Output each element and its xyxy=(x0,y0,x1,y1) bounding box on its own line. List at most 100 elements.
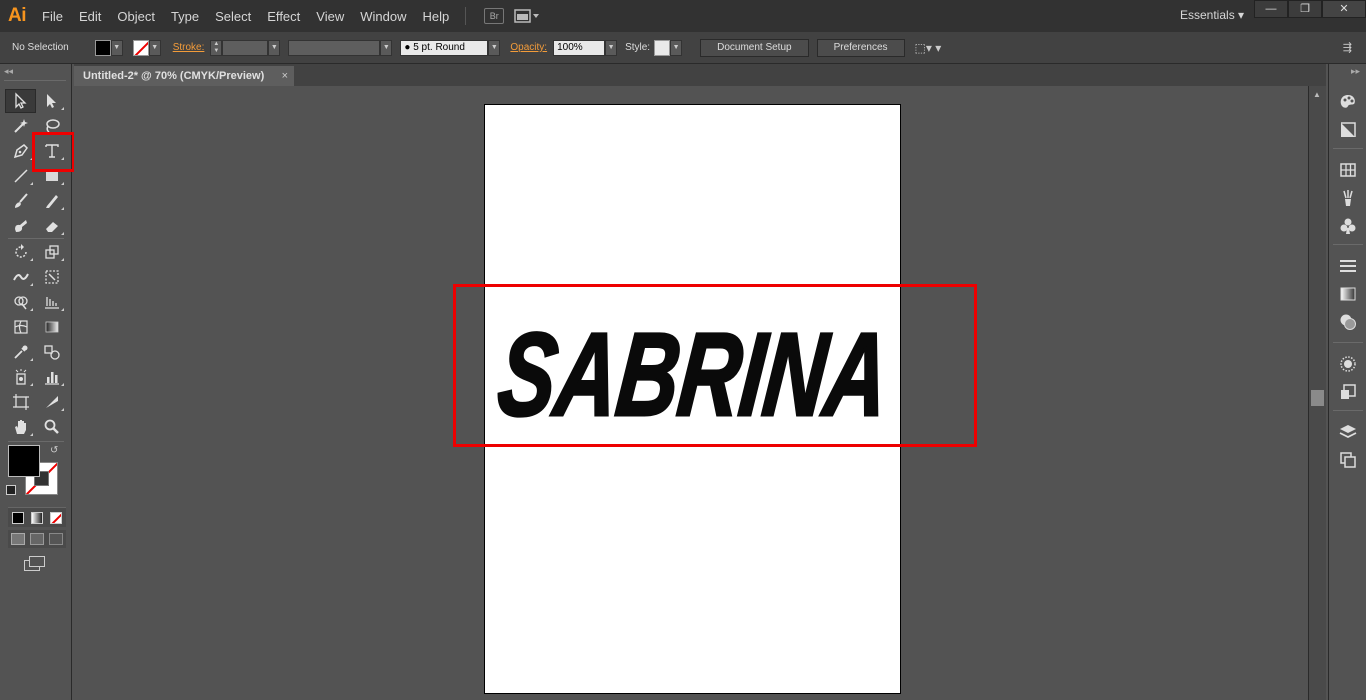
close-tab-icon[interactable]: × xyxy=(282,66,288,86)
stroke-weight-field[interactable] xyxy=(222,39,269,56)
selection-status: No Selection xyxy=(12,42,69,53)
draw-normal-icon[interactable] xyxy=(10,533,25,545)
menu-separator xyxy=(465,7,467,25)
brush-definition-field[interactable]: ● 5 pt. Round xyxy=(400,39,489,56)
scroll-up-icon[interactable]: ▲ xyxy=(1313,90,1321,99)
stroke-weight-dropdown[interactable]: ▼ xyxy=(268,39,281,56)
variable-width-profile[interactable] xyxy=(288,39,381,56)
paintbrush-tool-icon[interactable] xyxy=(5,189,36,213)
arrange-documents-icon xyxy=(514,9,540,23)
type-tool-highlight xyxy=(32,132,75,172)
screen-mode-icon[interactable] xyxy=(24,556,46,572)
perspective-grid-tool-icon[interactable] xyxy=(36,290,67,314)
variable-width-dropdown[interactable]: ▼ xyxy=(380,39,393,56)
direct-selection-tool-icon[interactable] xyxy=(36,89,67,113)
color-guide-icon[interactable] xyxy=(1338,120,1358,140)
slice-tool-icon[interactable] xyxy=(36,390,67,414)
opacity-label[interactable]: Opacity: xyxy=(500,42,553,53)
stroke-swatch-dropdown[interactable]: ▼ xyxy=(148,39,161,56)
column-graph-tool-icon[interactable] xyxy=(36,365,67,389)
isolate-object-icon[interactable]: ⬚▾ ▾ xyxy=(915,41,942,55)
control-bar: No Selection ▼ ▼ Stroke: ▲ ▼ ▼ ▼ ● 5 pt. … xyxy=(0,32,1366,64)
swap-fill-stroke-icon[interactable]: ↺ xyxy=(50,445,58,456)
gradient-tool-icon[interactable] xyxy=(36,315,67,339)
document-tab[interactable]: Untitled-2* @ 70% (CMYK/Preview) × xyxy=(74,66,294,86)
swatches-panel-icon[interactable] xyxy=(1338,160,1358,180)
workspace-switcher[interactable]: Essentials ▾ xyxy=(1180,8,1244,22)
preferences-button[interactable]: Preferences xyxy=(816,38,905,57)
opacity-field[interactable]: 100% xyxy=(553,39,606,56)
draw-behind-icon[interactable] xyxy=(29,533,44,545)
menu-effect[interactable]: Effect xyxy=(259,9,308,24)
hand-tool-icon[interactable] xyxy=(5,415,36,439)
color-mode-icon[interactable] xyxy=(11,511,24,524)
scale-tool-icon[interactable] xyxy=(36,240,67,264)
restore-button[interactable]: ❐ xyxy=(1288,0,1322,18)
eraser-tool-icon[interactable] xyxy=(36,214,67,238)
style-dropdown[interactable]: ▼ xyxy=(670,39,683,56)
shape-builder-tool-icon[interactable] xyxy=(5,290,36,314)
graphic-styles-panel-icon[interactable] xyxy=(1338,382,1358,402)
vertical-scrollbar[interactable]: ▲ xyxy=(1308,86,1326,700)
zoom-tool-icon[interactable] xyxy=(36,415,67,439)
transparency-panel-icon[interactable] xyxy=(1338,312,1358,332)
fill-dropdown[interactable]: ▼ xyxy=(110,39,123,56)
stroke-swatch[interactable] xyxy=(132,39,149,56)
free-transform-tool-icon[interactable] xyxy=(36,265,67,289)
rotate-tool-icon[interactable] xyxy=(5,240,36,264)
menu-file[interactable]: File xyxy=(34,9,71,24)
app-logo: Ai xyxy=(8,5,27,26)
menu-select[interactable]: Select xyxy=(207,9,259,24)
default-fill-stroke-icon[interactable] xyxy=(6,485,16,495)
symbol-sprayer-tool-icon[interactable] xyxy=(5,365,36,389)
symbols-panel-icon[interactable] xyxy=(1338,216,1358,236)
expand-panels-icon[interactable]: ▸▸ xyxy=(1351,66,1360,77)
menu-help[interactable]: Help xyxy=(414,9,457,24)
menu-view[interactable]: View xyxy=(308,9,352,24)
gradient-panel-icon[interactable] xyxy=(1338,284,1358,304)
menu-object[interactable]: Object xyxy=(109,9,163,24)
fill-color-box[interactable] xyxy=(8,445,40,477)
color-panel-icon[interactable] xyxy=(1338,92,1358,112)
eyedropper-tool-icon[interactable] xyxy=(5,340,36,364)
selection-tool-icon[interactable] xyxy=(5,88,36,113)
panel-dock: ▸▸ xyxy=(1328,64,1366,700)
none-mode-icon[interactable] xyxy=(50,511,63,524)
collapse-panel-icon[interactable]: ◂◂ xyxy=(4,66,13,77)
width-tool-icon[interactable] xyxy=(5,265,36,289)
fill-swatch[interactable] xyxy=(94,39,111,56)
window-controls: — ❐ ✕ xyxy=(1254,0,1366,18)
blob-brush-tool-icon[interactable] xyxy=(5,214,36,238)
stroke-panel-icon[interactable] xyxy=(1338,256,1358,276)
artboard-tool-icon[interactable] xyxy=(5,390,36,414)
menu-bar: Ai File Edit Object Type Select Effect V… xyxy=(0,0,1366,32)
menu-edit[interactable]: Edit xyxy=(71,9,109,24)
arrange-documents-button[interactable] xyxy=(514,8,542,24)
appearance-panel-icon[interactable] xyxy=(1338,354,1358,374)
blend-tool-icon[interactable] xyxy=(36,340,67,364)
brush-definition-dropdown[interactable]: ▼ xyxy=(488,39,501,56)
text-highlight-box xyxy=(453,284,977,447)
style-swatch[interactable] xyxy=(654,39,671,56)
gradient-mode-icon[interactable] xyxy=(30,511,43,524)
layers-panel-icon[interactable] xyxy=(1338,422,1358,442)
pencil-tool-icon[interactable] xyxy=(36,189,67,213)
menu-window[interactable]: Window xyxy=(352,9,414,24)
stroke-weight-stepper[interactable]: ▲ ▼ xyxy=(210,39,223,56)
document-tab-bar: Untitled-2* @ 70% (CMYK/Preview) × xyxy=(74,64,1326,86)
menu-type[interactable]: Type xyxy=(163,9,207,24)
draw-inside-icon[interactable] xyxy=(49,533,64,545)
bridge-button[interactable]: Br xyxy=(484,8,505,24)
brushes-panel-icon[interactable] xyxy=(1338,188,1358,208)
mesh-tool-icon[interactable] xyxy=(5,315,36,339)
artboards-panel-icon[interactable] xyxy=(1338,450,1358,470)
scroll-thumb[interactable] xyxy=(1311,390,1324,406)
document-setup-button[interactable]: Document Setup xyxy=(700,38,809,57)
style-label: Style: xyxy=(625,42,651,53)
stroke-label[interactable]: Stroke: xyxy=(161,42,211,53)
document-tab-title: Untitled-2* @ 70% (CMYK/Preview) xyxy=(83,70,265,82)
panel-menu-icon[interactable]: ⇶ xyxy=(1343,41,1352,54)
close-button[interactable]: ✕ xyxy=(1322,0,1366,18)
minimize-button[interactable]: — xyxy=(1254,0,1288,18)
opacity-dropdown[interactable]: ▼ xyxy=(605,39,618,56)
